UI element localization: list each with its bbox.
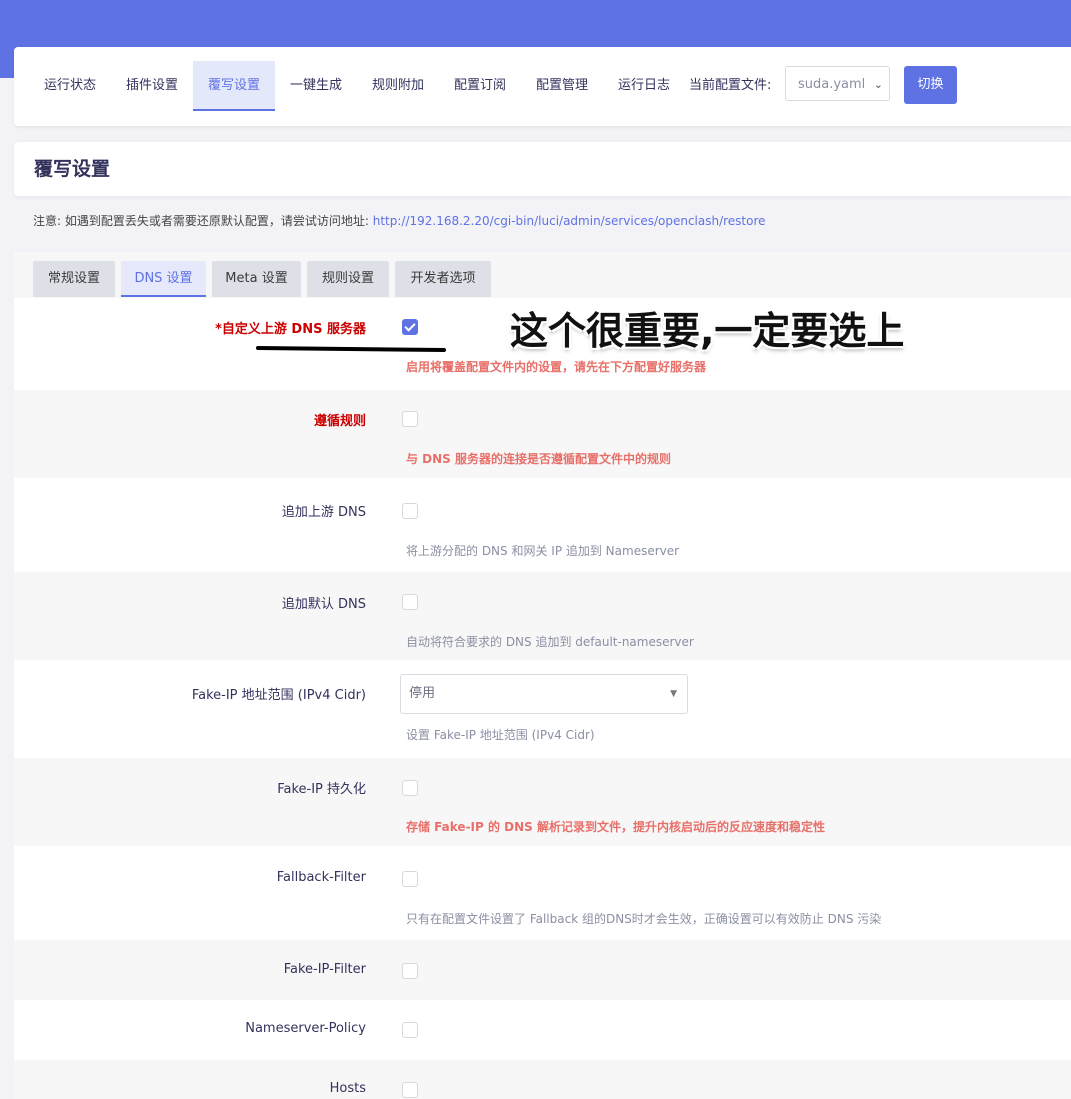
hosts-checkbox[interactable] — [402, 1082, 418, 1098]
notice-text: 注意: 如遇到配置丢失或者需要还原默认配置，请尝试访问地址: — [33, 214, 373, 228]
current-config-label: 当前配置文件: — [689, 78, 772, 93]
subtab-meta[interactable]: Meta 设置 — [212, 261, 301, 297]
fake-ip-range-value: 停用 — [409, 686, 436, 701]
setting-row-fake-ip-persistence: Fake-IP 持久化 存储 Fake-IP 的 DNS 解析记录到文件，提升内… — [14, 758, 1071, 846]
nav-tab-override-settings[interactable]: 覆写设置 — [193, 61, 275, 111]
page-title: 覆写设置 — [34, 158, 111, 180]
nav-tab-rule-append[interactable]: 规则附加 — [357, 61, 439, 111]
setting-label: 追加默认 DNS — [281, 597, 366, 612]
config-file-value: suda.yaml — [798, 77, 866, 92]
setting-desc: 与 DNS 服务器的连接是否遵循配置文件中的规则 — [406, 452, 672, 466]
setting-label: Fallback-Filter — [276, 870, 366, 885]
custom-upstream-dns-checkbox[interactable] — [402, 319, 418, 335]
fake-ip-filter-checkbox[interactable] — [402, 963, 418, 979]
title-card: 覆写设置 — [14, 142, 1071, 196]
setting-label: 遵循规则 — [313, 414, 366, 429]
subtab-developer[interactable]: 开发者选项 — [395, 261, 491, 297]
follow-rules-checkbox[interactable] — [402, 411, 418, 427]
setting-row-follow-rules: 遵循规则 与 DNS 服务器的连接是否遵循配置文件中的规则 — [14, 390, 1071, 478]
append-upstream-dns-checkbox[interactable] — [402, 503, 418, 519]
setting-desc: 启用将覆盖配置文件内的设置，请先在下方配置好服务器 — [406, 360, 707, 374]
setting-row-fake-ip-filter: Fake-IP-Filter — [14, 940, 1071, 1000]
setting-label: *自定义上游 DNS 服务器 — [215, 322, 366, 337]
restore-link[interactable]: http://192.168.2.20/cgi-bin/luci/admin/s… — [373, 214, 766, 228]
setting-row-nameserver-policy: Nameserver-Policy — [14, 1000, 1071, 1060]
switch-button[interactable]: 切换 — [904, 66, 957, 104]
fake-ip-range-select[interactable]: 停用 ▼ — [400, 674, 688, 714]
subtab-general[interactable]: 常规设置 — [33, 261, 115, 297]
append-default-dns-checkbox[interactable] — [402, 594, 418, 610]
setting-row-fake-ip-range: Fake-IP 地址范围 (IPv4 Cidr) 停用 ▼ 设置 Fake-IP… — [14, 660, 1071, 758]
setting-row-fallback-filter: Fallback-Filter 只有在配置文件设置了 Fallback 组的DN… — [14, 846, 1071, 940]
chevron-down-icon: ⌄ — [873, 78, 883, 91]
nameserver-policy-checkbox[interactable] — [402, 1022, 418, 1038]
setting-row-append-default-dns: 追加默认 DNS 自动将符合要求的 DNS 追加到 default-namese… — [14, 572, 1071, 660]
setting-row-hosts: Hosts — [14, 1060, 1071, 1099]
setting-desc: 将上游分配的 DNS 和网关 IP 追加到 Nameserver — [406, 544, 680, 558]
settings-subtabs: 常规设置 DNS 设置 Meta 设置 规则设置 开发者选项 — [14, 252, 1071, 298]
nav-tab-run-log[interactable]: 运行日志 — [603, 61, 685, 111]
setting-desc: 存储 Fake-IP 的 DNS 解析记录到文件，提升内核启动后的反应速度和稳定… — [406, 820, 825, 834]
setting-row-append-upstream-dns: 追加上游 DNS 将上游分配的 DNS 和网关 IP 追加到 Nameserve… — [14, 478, 1071, 572]
fake-ip-persistence-checkbox[interactable] — [402, 780, 418, 796]
setting-label: Fake-IP 地址范围 (IPv4 Cidr) — [191, 688, 366, 703]
subtab-dns[interactable]: DNS 设置 — [121, 261, 206, 297]
nav-tab-config-subscription[interactable]: 配置订阅 — [439, 61, 521, 111]
setting-label: Fake-IP-Filter — [283, 962, 366, 977]
nav-tab-config-management[interactable]: 配置管理 — [521, 61, 603, 111]
nav-tab-one-click-generate[interactable]: 一键生成 — [275, 61, 357, 111]
setting-label: 追加上游 DNS — [281, 505, 366, 520]
setting-label: Hosts — [329, 1081, 366, 1096]
setting-label: Nameserver-Policy — [245, 1021, 366, 1036]
fallback-filter-checkbox[interactable] — [402, 871, 418, 887]
setting-desc: 只有在配置文件设置了 Fallback 组的DNS时才会生效，正确设置可以有效防… — [406, 912, 882, 926]
setting-label: Fake-IP 持久化 — [277, 782, 366, 797]
subtab-rules[interactable]: 规则设置 — [307, 261, 389, 297]
main-nav: 运行状态 插件设置 覆写设置 一键生成 规则附加 配置订阅 配置管理 运行日志 … — [14, 47, 1071, 126]
dropdown-arrow-icon: ▼ — [670, 689, 677, 699]
config-file-select[interactable]: suda.yaml ⌄ — [785, 66, 890, 101]
nav-tab-status[interactable]: 运行状态 — [29, 61, 111, 111]
restore-notice: 注意: 如遇到配置丢失或者需要还原默认配置，请尝试访问地址: http://19… — [33, 212, 766, 229]
setting-desc: 自动将符合要求的 DNS 追加到 default-nameserver — [406, 635, 694, 649]
nav-tab-plugin-settings[interactable]: 插件设置 — [111, 61, 193, 111]
setting-desc: 设置 Fake-IP 地址范围 (IPv4 Cidr) — [406, 728, 595, 742]
annotation-callout: 这个很重要,一定要选上 — [510, 309, 905, 353]
